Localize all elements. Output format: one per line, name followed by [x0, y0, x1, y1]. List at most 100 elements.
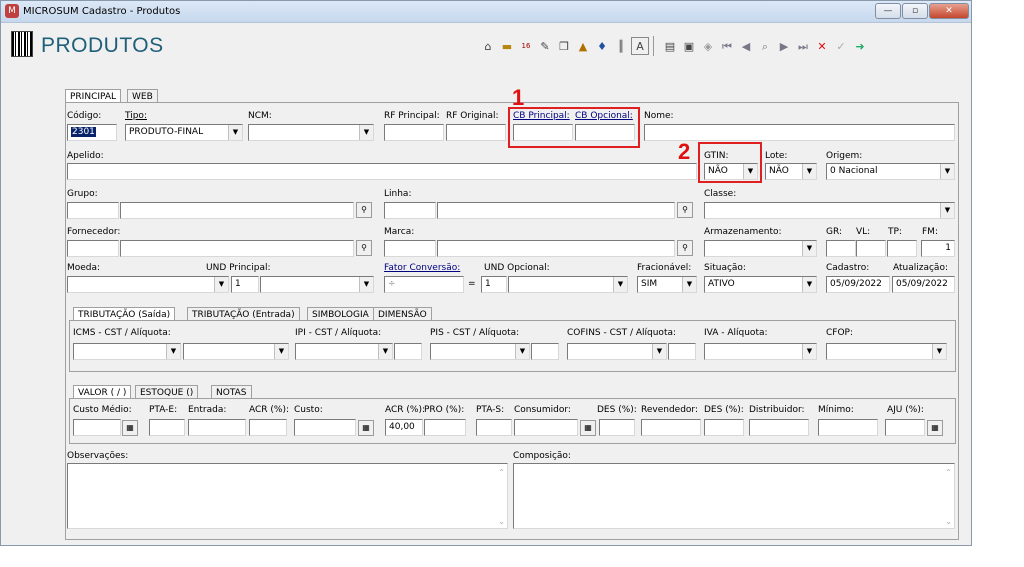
cofins-aliquota-field[interactable]	[668, 343, 696, 360]
linha-name-field[interactable]	[437, 202, 675, 219]
ipi-aliquota-field[interactable]	[394, 343, 422, 360]
marca-name-field[interactable]	[437, 240, 675, 257]
maximize-button[interactable]: ▫	[902, 3, 928, 19]
icms-cst-select[interactable]: ▼	[73, 343, 181, 360]
fornecedor-name-field[interactable]	[120, 240, 354, 257]
ncm-select[interactable]: ▼	[248, 124, 374, 141]
annotation-number-1: 1	[512, 85, 525, 110]
find-icon[interactable]: ⌕	[756, 37, 774, 55]
custo-field[interactable]	[294, 419, 356, 436]
prev-icon[interactable]: ◀	[737, 37, 755, 55]
rf-principal-field[interactable]	[384, 124, 444, 141]
grupo-name-field[interactable]	[120, 202, 354, 219]
scroll-down-icon[interactable]: ⌄	[498, 517, 505, 526]
classe-select[interactable]: ▼	[704, 202, 955, 219]
fracionavel-select[interactable]: SIM ▼	[637, 276, 697, 293]
font-icon[interactable]: A	[631, 37, 649, 55]
rf-original-field[interactable]	[446, 124, 506, 141]
moeda-select[interactable]: ▼	[67, 276, 229, 293]
calculator-icon[interactable]: ▦	[358, 420, 374, 436]
tp-field[interactable]	[887, 240, 917, 257]
fm-field[interactable]: 1	[921, 240, 955, 257]
doc-icon[interactable]: ▤	[661, 37, 679, 55]
copy-icon[interactable]: ❐	[555, 37, 573, 55]
fornecedor-code-field[interactable]	[67, 240, 119, 257]
calculator-icon[interactable]: ▦	[580, 420, 596, 436]
composicao-textarea[interactable]: ⌃ ⌄	[513, 463, 955, 529]
icms-aliquota-select[interactable]: ▼	[183, 343, 289, 360]
situacao-select[interactable]: ATIVO ▼	[704, 276, 817, 293]
codigo-field[interactable]: 2301	[67, 124, 117, 141]
cfop-select[interactable]: ▼	[826, 343, 947, 360]
und-opcional-select[interactable]: ▼	[508, 276, 628, 293]
calculator-icon[interactable]: ▦	[927, 420, 943, 436]
distribuidor-field[interactable]	[749, 419, 809, 436]
acr2-field[interactable]: 40,00	[385, 419, 423, 436]
pta-e-field[interactable]	[149, 419, 185, 436]
calculator-icon[interactable]: ▦	[122, 420, 138, 436]
consumidor-field[interactable]	[514, 419, 578, 436]
revendedor-field[interactable]	[641, 419, 701, 436]
icms-label: ICMS - CST / Alíquota:	[73, 328, 171, 338]
1690-icon[interactable]: 16	[517, 37, 535, 55]
save-icon[interactable]: ▣	[680, 37, 698, 55]
acr2-label: ACR (%):	[385, 405, 426, 415]
armazenamento-select[interactable]: ▼	[704, 240, 817, 257]
apelido-field[interactable]	[67, 163, 697, 180]
linha-search-icon[interactable]: ⚲	[677, 202, 693, 218]
grupo-code-field[interactable]	[67, 202, 119, 219]
des1-field[interactable]	[599, 419, 635, 436]
marca-code-field[interactable]	[384, 240, 436, 257]
pin-icon[interactable]: ♦	[593, 37, 611, 55]
aju-field[interactable]	[885, 419, 925, 436]
minimo-field[interactable]	[818, 419, 878, 436]
exit-icon[interactable]: ➜	[851, 37, 869, 55]
truck-icon[interactable]: ▬	[498, 37, 516, 55]
first-icon[interactable]: ⏮	[718, 37, 736, 55]
pis-aliquota-field[interactable]	[531, 343, 559, 360]
lote-select[interactable]: NÃO ▼	[765, 163, 817, 180]
fator-divide-field[interactable]: ÷	[384, 276, 464, 293]
nome-field[interactable]	[644, 124, 955, 141]
delete-icon[interactable]: ✕	[813, 37, 831, 55]
acr1-field[interactable]	[249, 419, 287, 436]
tipo-select[interactable]: PRODUTO-FINAL ▼	[125, 124, 243, 141]
open-icon[interactable]: ⌂	[479, 37, 497, 55]
des2-field[interactable]	[704, 419, 744, 436]
barcode-icon[interactable]: ║	[612, 37, 630, 55]
vl-field[interactable]	[856, 240, 886, 257]
cadastro-field[interactable]: 05/09/2022	[826, 276, 890, 293]
fator-conversao-label[interactable]: Fator Conversão:	[384, 263, 460, 273]
house-icon[interactable]: ▲	[574, 37, 592, 55]
marca-search-icon[interactable]: ⚲	[677, 240, 693, 256]
linha-code-field[interactable]	[384, 202, 436, 219]
und-principal-qty-field[interactable]: 1	[231, 276, 259, 293]
und-opcional-qty-field[interactable]: 1	[481, 276, 507, 293]
scroll-down-icon[interactable]: ⌄	[945, 517, 952, 526]
minimize-button[interactable]: —	[875, 3, 901, 19]
pro-field[interactable]	[424, 419, 466, 436]
observacoes-textarea[interactable]: ⌃ ⌄	[67, 463, 508, 529]
cofins-cst-select[interactable]: ▼	[567, 343, 667, 360]
close-button[interactable]: ✕	[929, 3, 969, 19]
pis-cst-select[interactable]: ▼	[430, 343, 530, 360]
next-icon[interactable]: ▶	[775, 37, 793, 55]
tools-icon[interactable]: ✎	[536, 37, 554, 55]
pta-s-field[interactable]	[476, 419, 512, 436]
iva-select[interactable]: ▼	[704, 343, 817, 360]
ok-icon[interactable]: ✓	[832, 37, 850, 55]
und-principal-select[interactable]: ▼	[260, 276, 374, 293]
gr-field[interactable]	[826, 240, 856, 257]
grupo-search-icon[interactable]: ⚲	[356, 202, 372, 218]
custo-medio-field[interactable]	[73, 419, 121, 436]
fornecedor-search-icon[interactable]: ⚲	[356, 240, 372, 256]
ipi-cst-select[interactable]: ▼	[295, 343, 393, 360]
origem-select[interactable]: 0 Nacional ▼	[826, 163, 955, 180]
restore-icon[interactable]: ◈	[699, 37, 717, 55]
entrada-field[interactable]	[188, 419, 246, 436]
last-icon[interactable]: ⏭	[794, 37, 812, 55]
scroll-up-icon[interactable]: ⌃	[498, 468, 505, 477]
scroll-up-icon[interactable]: ⌃	[945, 468, 952, 477]
des2-label: DES (%):	[704, 405, 744, 415]
atualizacao-field[interactable]: 05/09/2022	[892, 276, 955, 293]
